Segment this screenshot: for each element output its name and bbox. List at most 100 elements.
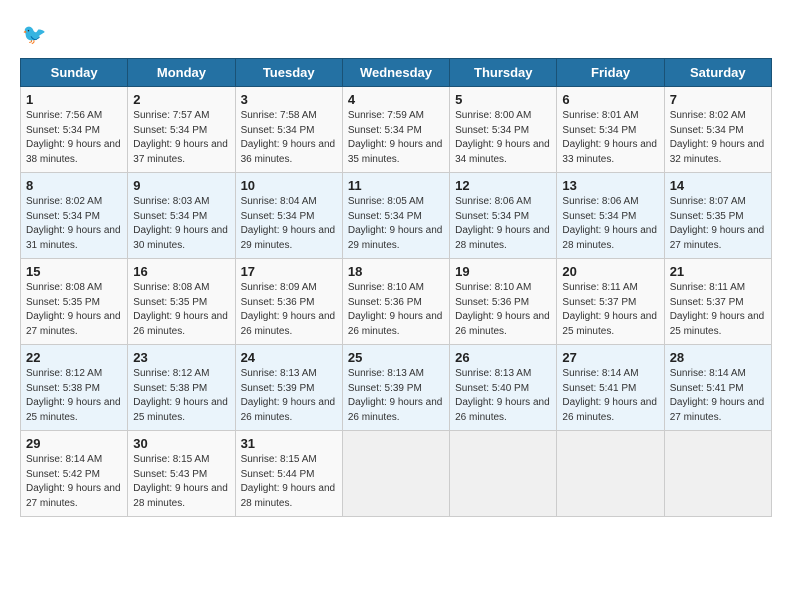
calendar-header-row: SundayMondayTuesdayWednesdayThursdayFrid…: [21, 59, 772, 87]
day-number: 9: [133, 178, 229, 193]
calendar-cell: 29 Sunrise: 8:14 AMSunset: 5:42 PMDaylig…: [21, 431, 128, 517]
day-detail: Sunrise: 8:11 AMSunset: 5:37 PMDaylight:…: [670, 282, 765, 337]
day-number: 28: [670, 350, 766, 365]
day-number: 22: [26, 350, 122, 365]
calendar-cell: [342, 431, 449, 517]
day-detail: Sunrise: 8:12 AMSunset: 5:38 PMDaylight:…: [26, 368, 121, 423]
calendar-cell: 30 Sunrise: 8:15 AMSunset: 5:43 PMDaylig…: [128, 431, 235, 517]
day-number: 8: [26, 178, 122, 193]
calendar-week-4: 22 Sunrise: 8:12 AMSunset: 5:38 PMDaylig…: [21, 345, 772, 431]
calendar-cell: 9 Sunrise: 8:03 AMSunset: 5:34 PMDayligh…: [128, 173, 235, 259]
calendar-cell: [664, 431, 771, 517]
calendar-cell: 2 Sunrise: 7:57 AMSunset: 5:34 PMDayligh…: [128, 87, 235, 173]
day-number: 1: [26, 92, 122, 107]
calendar-cell: 27 Sunrise: 8:14 AMSunset: 5:41 PMDaylig…: [557, 345, 664, 431]
day-number: 4: [348, 92, 444, 107]
calendar-cell: 5 Sunrise: 8:00 AMSunset: 5:34 PMDayligh…: [450, 87, 557, 173]
svg-text:🐦: 🐦: [22, 24, 46, 46]
day-number: 2: [133, 92, 229, 107]
day-number: 25: [348, 350, 444, 365]
day-detail: Sunrise: 8:14 AMSunset: 5:42 PMDaylight:…: [26, 454, 121, 509]
day-detail: Sunrise: 8:10 AMSunset: 5:36 PMDaylight:…: [348, 282, 443, 337]
calendar-cell: 15 Sunrise: 8:08 AMSunset: 5:35 PMDaylig…: [21, 259, 128, 345]
calendar-cell: 20 Sunrise: 8:11 AMSunset: 5:37 PMDaylig…: [557, 259, 664, 345]
day-number: 30: [133, 436, 229, 451]
day-number: 15: [26, 264, 122, 279]
day-detail: Sunrise: 7:57 AMSunset: 5:34 PMDaylight:…: [133, 110, 228, 165]
day-number: 3: [241, 92, 337, 107]
calendar-cell: [557, 431, 664, 517]
day-detail: Sunrise: 8:08 AMSunset: 5:35 PMDaylight:…: [133, 282, 228, 337]
calendar-cell: 3 Sunrise: 7:58 AMSunset: 5:34 PMDayligh…: [235, 87, 342, 173]
calendar-header-thursday: Thursday: [450, 59, 557, 87]
calendar-cell: [450, 431, 557, 517]
calendar-cell: 17 Sunrise: 8:09 AMSunset: 5:36 PMDaylig…: [235, 259, 342, 345]
day-detail: Sunrise: 8:02 AMSunset: 5:34 PMDaylight:…: [26, 196, 121, 251]
calendar-cell: 13 Sunrise: 8:06 AMSunset: 5:34 PMDaylig…: [557, 173, 664, 259]
day-number: 16: [133, 264, 229, 279]
day-detail: Sunrise: 8:13 AMSunset: 5:39 PMDaylight:…: [348, 368, 443, 423]
calendar-cell: 16 Sunrise: 8:08 AMSunset: 5:35 PMDaylig…: [128, 259, 235, 345]
calendar-cell: 18 Sunrise: 8:10 AMSunset: 5:36 PMDaylig…: [342, 259, 449, 345]
day-detail: Sunrise: 8:13 AMSunset: 5:40 PMDaylight:…: [455, 368, 550, 423]
calendar-cell: 24 Sunrise: 8:13 AMSunset: 5:39 PMDaylig…: [235, 345, 342, 431]
calendar-cell: 25 Sunrise: 8:13 AMSunset: 5:39 PMDaylig…: [342, 345, 449, 431]
day-detail: Sunrise: 8:14 AMSunset: 5:41 PMDaylight:…: [562, 368, 657, 423]
day-detail: Sunrise: 8:04 AMSunset: 5:34 PMDaylight:…: [241, 196, 336, 251]
calendar-cell: 8 Sunrise: 8:02 AMSunset: 5:34 PMDayligh…: [21, 173, 128, 259]
day-number: 19: [455, 264, 551, 279]
day-detail: Sunrise: 8:09 AMSunset: 5:36 PMDaylight:…: [241, 282, 336, 337]
calendar-cell: 7 Sunrise: 8:02 AMSunset: 5:34 PMDayligh…: [664, 87, 771, 173]
day-number: 12: [455, 178, 551, 193]
day-detail: Sunrise: 8:06 AMSunset: 5:34 PMDaylight:…: [562, 196, 657, 251]
calendar-cell: 23 Sunrise: 8:12 AMSunset: 5:38 PMDaylig…: [128, 345, 235, 431]
calendar-week-5: 29 Sunrise: 8:14 AMSunset: 5:42 PMDaylig…: [21, 431, 772, 517]
calendar-cell: 31 Sunrise: 8:15 AMSunset: 5:44 PMDaylig…: [235, 431, 342, 517]
calendar-cell: 28 Sunrise: 8:14 AMSunset: 5:41 PMDaylig…: [664, 345, 771, 431]
calendar-cell: 21 Sunrise: 8:11 AMSunset: 5:37 PMDaylig…: [664, 259, 771, 345]
day-number: 26: [455, 350, 551, 365]
day-detail: Sunrise: 8:14 AMSunset: 5:41 PMDaylight:…: [670, 368, 765, 423]
day-detail: Sunrise: 8:15 AMSunset: 5:44 PMDaylight:…: [241, 454, 336, 509]
calendar-cell: 14 Sunrise: 8:07 AMSunset: 5:35 PMDaylig…: [664, 173, 771, 259]
calendar-header-wednesday: Wednesday: [342, 59, 449, 87]
calendar-table: SundayMondayTuesdayWednesdayThursdayFrid…: [20, 58, 772, 517]
day-detail: Sunrise: 7:59 AMSunset: 5:34 PMDaylight:…: [348, 110, 443, 165]
day-number: 31: [241, 436, 337, 451]
calendar-header-tuesday: Tuesday: [235, 59, 342, 87]
calendar-week-2: 8 Sunrise: 8:02 AMSunset: 5:34 PMDayligh…: [21, 173, 772, 259]
day-detail: Sunrise: 8:02 AMSunset: 5:34 PMDaylight:…: [670, 110, 765, 165]
day-detail: Sunrise: 8:12 AMSunset: 5:38 PMDaylight:…: [133, 368, 228, 423]
day-detail: Sunrise: 8:03 AMSunset: 5:34 PMDaylight:…: [133, 196, 228, 251]
day-number: 23: [133, 350, 229, 365]
day-number: 17: [241, 264, 337, 279]
calendar-week-1: 1 Sunrise: 7:56 AMSunset: 5:34 PMDayligh…: [21, 87, 772, 173]
calendar-cell: 22 Sunrise: 8:12 AMSunset: 5:38 PMDaylig…: [21, 345, 128, 431]
day-detail: Sunrise: 7:58 AMSunset: 5:34 PMDaylight:…: [241, 110, 336, 165]
calendar-body: 1 Sunrise: 7:56 AMSunset: 5:34 PMDayligh…: [21, 87, 772, 517]
day-number: 7: [670, 92, 766, 107]
day-number: 10: [241, 178, 337, 193]
calendar-week-3: 15 Sunrise: 8:08 AMSunset: 5:35 PMDaylig…: [21, 259, 772, 345]
day-number: 6: [562, 92, 658, 107]
day-number: 18: [348, 264, 444, 279]
calendar-cell: 6 Sunrise: 8:01 AMSunset: 5:34 PMDayligh…: [557, 87, 664, 173]
calendar-header-friday: Friday: [557, 59, 664, 87]
logo-icon: 🐦: [22, 20, 50, 48]
day-number: 24: [241, 350, 337, 365]
day-detail: Sunrise: 8:11 AMSunset: 5:37 PMDaylight:…: [562, 282, 657, 337]
day-detail: Sunrise: 8:10 AMSunset: 5:36 PMDaylight:…: [455, 282, 550, 337]
day-detail: Sunrise: 8:06 AMSunset: 5:34 PMDaylight:…: [455, 196, 550, 251]
calendar-cell: 26 Sunrise: 8:13 AMSunset: 5:40 PMDaylig…: [450, 345, 557, 431]
page-header: 🐦: [20, 20, 772, 48]
day-detail: Sunrise: 8:01 AMSunset: 5:34 PMDaylight:…: [562, 110, 657, 165]
day-number: 20: [562, 264, 658, 279]
logo: 🐦: [20, 20, 50, 48]
calendar-cell: 10 Sunrise: 8:04 AMSunset: 5:34 PMDaylig…: [235, 173, 342, 259]
day-detail: Sunrise: 8:05 AMSunset: 5:34 PMDaylight:…: [348, 196, 443, 251]
calendar-header-monday: Monday: [128, 59, 235, 87]
day-detail: Sunrise: 8:08 AMSunset: 5:35 PMDaylight:…: [26, 282, 121, 337]
day-number: 21: [670, 264, 766, 279]
day-detail: Sunrise: 8:00 AMSunset: 5:34 PMDaylight:…: [455, 110, 550, 165]
day-number: 14: [670, 178, 766, 193]
